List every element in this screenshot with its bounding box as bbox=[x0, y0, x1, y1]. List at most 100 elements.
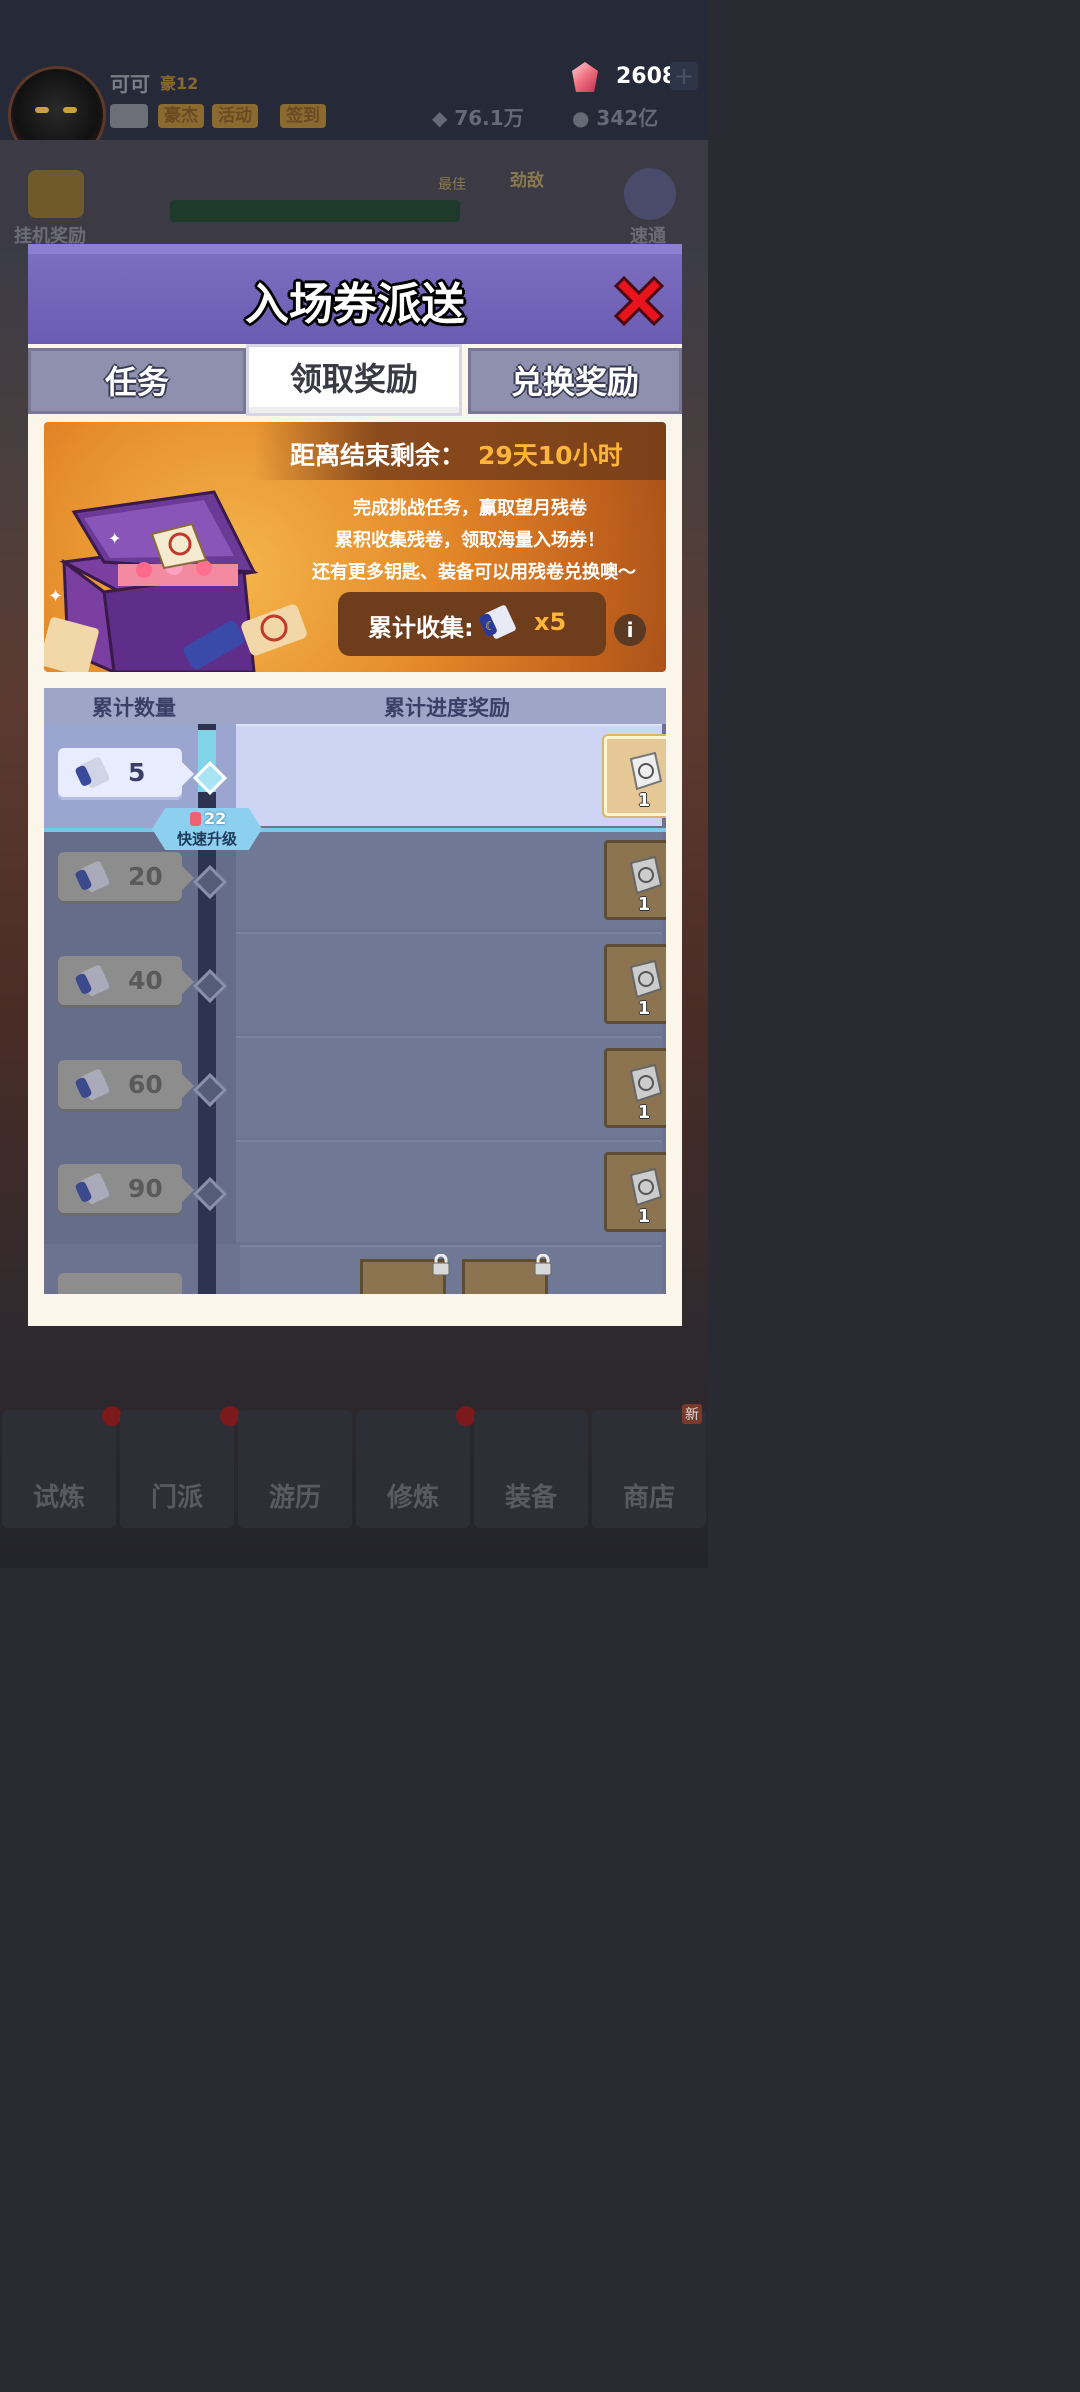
reward-quantity: 1 bbox=[637, 894, 651, 915]
threshold-value: 20 bbox=[128, 862, 163, 891]
threshold-value: 5 bbox=[128, 758, 146, 787]
tab-claim-rewards[interactable]: 领取奖励 bbox=[246, 344, 462, 416]
banner-desc-line: 还有更多钥匙、装备可以用残卷兑换噢～ bbox=[312, 562, 636, 583]
tag-hero: 豪杰 bbox=[158, 104, 204, 128]
add-gem-button: + bbox=[670, 62, 698, 90]
lock-icon bbox=[432, 1254, 450, 1276]
notification-dot bbox=[102, 1406, 122, 1426]
best-label: 最佳 bbox=[438, 177, 466, 193]
ticket-icon bbox=[629, 959, 663, 999]
moon-scroll-icon: ☾ bbox=[480, 605, 516, 639]
new-badge: 新 bbox=[682, 1404, 702, 1424]
reward-quantity: 1 bbox=[637, 1206, 651, 1227]
mail-icon bbox=[110, 104, 148, 128]
upgrade-cost: 22 bbox=[204, 809, 227, 828]
threshold-badge: 40 bbox=[58, 956, 194, 1008]
lock-icon bbox=[534, 1254, 552, 1276]
moon-scroll-icon bbox=[75, 965, 110, 997]
collect-count: x5 bbox=[534, 608, 567, 636]
threshold-value: 40 bbox=[128, 966, 163, 995]
stage-progress-bar bbox=[170, 200, 460, 222]
moon-scroll-icon bbox=[75, 861, 110, 893]
reward-row: 90 1 bbox=[44, 1140, 666, 1244]
ticket-icon bbox=[629, 751, 663, 791]
bottom-nav: 试炼 门派 游历 修炼 装备 商店 新 bbox=[0, 1404, 708, 1528]
nav-cultivate: 修炼 bbox=[356, 1406, 476, 1528]
gem-icon bbox=[572, 62, 598, 92]
banner-desc-line: 累积收集残卷，领取海量入场券！ bbox=[335, 530, 605, 551]
nav-label: 装备 bbox=[504, 1483, 557, 1513]
nav-label: 门派 bbox=[150, 1483, 203, 1513]
player-rank: 豪12 bbox=[160, 74, 199, 93]
reward-item-locked[interactable]: 1 bbox=[604, 1152, 666, 1232]
reward-row: 20 1 bbox=[44, 828, 666, 932]
gem-currency: 2608 + bbox=[572, 60, 698, 96]
modal-header: 入场券派送 bbox=[28, 244, 682, 344]
reward-item-locked[interactable] bbox=[360, 1254, 450, 1294]
moon-scroll-icon bbox=[75, 1069, 110, 1101]
gem-count: 2608 bbox=[616, 64, 678, 89]
tab-tasks[interactable]: 任务 bbox=[28, 348, 246, 414]
gold-value: 342亿 bbox=[596, 106, 659, 130]
reward-item-claimable[interactable]: 1 bbox=[604, 736, 666, 816]
power-value: 76.1万 bbox=[454, 106, 524, 130]
progress-reward-table: 累计数量 累计进度奖励 5 1 20 1 40 1 60 1 90 1 22 快… bbox=[44, 688, 666, 1294]
row-reward-cell bbox=[240, 1245, 662, 1294]
notification-dot bbox=[220, 1406, 240, 1426]
threshold-value: 60 bbox=[128, 1070, 163, 1099]
countdown-label: 距离结束剩余： bbox=[290, 441, 466, 470]
reward-quantity: 1 bbox=[637, 790, 651, 811]
ticket-event-modal: 入场券派送 任务 领取奖励 兑换奖励 ✦ ✦ 距离结束剩余： 29天10小时 完… bbox=[28, 244, 682, 1326]
reward-item-locked[interactable]: 1 bbox=[604, 944, 666, 1024]
close-icon bbox=[613, 275, 665, 327]
avatar-eye bbox=[63, 107, 77, 113]
gold-stat: ● 342亿 bbox=[572, 106, 659, 130]
table-header: 累计数量 累计进度奖励 bbox=[44, 688, 666, 724]
threshold-value: 90 bbox=[128, 1174, 163, 1203]
reward-item-locked[interactable]: 1 bbox=[604, 840, 666, 920]
ticket-icon bbox=[629, 855, 663, 895]
nav-equipment: 装备 bbox=[474, 1410, 588, 1528]
reward-item-locked[interactable]: 1 bbox=[604, 1048, 666, 1128]
close-button[interactable] bbox=[610, 272, 668, 330]
row-reward-cell: 1 bbox=[236, 828, 666, 930]
reward-row: 5 1 bbox=[44, 724, 666, 828]
nav-travel: 游历 bbox=[238, 1410, 352, 1528]
power-stat: ◆ 76.1万 bbox=[432, 106, 524, 130]
info-button[interactable]: i bbox=[614, 614, 646, 646]
reward-row: 60 1 bbox=[44, 1036, 666, 1140]
threshold-badge: 90 bbox=[58, 1164, 194, 1216]
idle-chest-icon bbox=[28, 170, 84, 218]
header-progress-reward: 累计进度奖励 bbox=[384, 696, 510, 720]
tab-bar: 任务 领取奖励 兑换奖励 bbox=[28, 344, 682, 416]
ghost-icon bbox=[624, 168, 676, 220]
row-reward-cell: 1 bbox=[236, 1140, 666, 1242]
event-banner: ✦ ✦ 距离结束剩余： 29天10小时 完成挑战任务，赢取望月残卷 累积收集残卷，… bbox=[44, 422, 666, 672]
tab-exchange-rewards[interactable]: 兑换奖励 bbox=[468, 348, 682, 414]
modal-title: 入场券派送 bbox=[245, 279, 465, 330]
quick-upgrade-button[interactable]: 22 快速升级 bbox=[152, 808, 262, 850]
ticket-icon bbox=[629, 1063, 663, 1103]
reward-row: 40 1 bbox=[44, 932, 666, 1036]
countdown-value: 29天10小时 bbox=[478, 441, 623, 470]
row-reward-cell: 1 bbox=[236, 932, 666, 1034]
banner-desc-line: 完成挑战任务，赢取望月残卷 bbox=[353, 498, 587, 519]
reward-quantity: 1 bbox=[637, 998, 651, 1019]
tag-checkin: 签到 bbox=[280, 104, 326, 128]
enemy-label: 劲敌 bbox=[510, 171, 544, 191]
row-reward-cell: 1 bbox=[236, 724, 666, 826]
notification-dot bbox=[456, 1406, 476, 1426]
reward-item-locked[interactable] bbox=[462, 1254, 552, 1294]
nav-shop: 商店 新 bbox=[592, 1404, 706, 1528]
collect-label: 累计收集: bbox=[368, 614, 474, 642]
nav-label: 游历 bbox=[268, 1483, 321, 1513]
nav-sect: 门派 bbox=[120, 1406, 240, 1528]
threshold-badge bbox=[58, 1273, 182, 1294]
svg-text:✦: ✦ bbox=[108, 529, 121, 548]
player-name: 可可 bbox=[110, 72, 150, 96]
nav-label: 商店 bbox=[622, 1483, 675, 1513]
nav-label: 试炼 bbox=[32, 1483, 85, 1513]
reward-quantity: 1 bbox=[637, 1102, 651, 1123]
header-cumulative-count: 累计数量 bbox=[92, 696, 176, 720]
nav-label: 修炼 bbox=[386, 1483, 439, 1513]
